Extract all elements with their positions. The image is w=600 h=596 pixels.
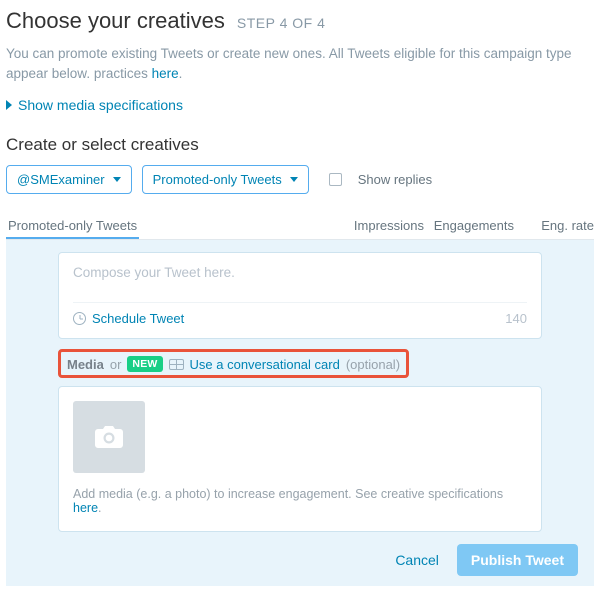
page-title: Choose your creatives [6, 8, 225, 34]
tweet-type-dropdown[interactable]: Promoted-only Tweets [142, 165, 309, 194]
chevron-down-icon [113, 177, 121, 182]
chevron-right-icon [6, 100, 12, 110]
media-helper-before: Add media (e.g. a photo) to increase eng… [73, 487, 503, 501]
tab-promoted-only[interactable]: Promoted-only Tweets [6, 218, 139, 239]
column-impressions: Impressions [334, 218, 424, 233]
media-upload-area: Add media (e.g. a photo) to increase eng… [58, 386, 542, 532]
publish-tweet-button[interactable]: Publish Tweet [457, 544, 578, 576]
practices-link[interactable]: here [152, 66, 179, 81]
table-header: Promoted-only Tweets Impressions Engagem… [6, 204, 594, 240]
intro-text: You can promote existing Tweets or creat… [6, 44, 594, 83]
chevron-down-icon [290, 177, 298, 182]
tweet-composer[interactable]: Compose your Tweet here. Schedule Tweet … [58, 252, 542, 339]
media-specifications-label: Show media specifications [18, 97, 183, 113]
media-specifications-toggle[interactable]: Show media specifications [6, 97, 594, 113]
cancel-button[interactable]: Cancel [395, 552, 439, 568]
show-replies-checkbox[interactable] [329, 173, 342, 186]
column-eng-rate: Eng. rate [514, 218, 594, 233]
intro-text-before: You can promote existing Tweets or creat… [6, 46, 572, 81]
media-options-highlight: Media or NEW Use a conversational card (… [58, 349, 409, 378]
composer-placeholder: Compose your Tweet here. [73, 265, 527, 280]
conversational-card-link[interactable]: Use a conversational card [190, 357, 340, 372]
schedule-tweet-button[interactable]: Schedule Tweet [73, 311, 184, 326]
step-indicator: STEP 4 OF 4 [237, 15, 326, 31]
media-helper-text: Add media (e.g. a photo) to increase eng… [73, 487, 527, 515]
media-helper-after: . [98, 501, 101, 515]
conversational-card-icon [169, 359, 184, 370]
or-text: or [110, 357, 122, 372]
tweet-type-dropdown-label: Promoted-only Tweets [153, 172, 282, 187]
account-dropdown-label: @SMExaminer [17, 172, 105, 187]
section-heading: Create or select creatives [6, 135, 594, 155]
creative-specs-link[interactable]: here [73, 501, 98, 515]
camera-icon [95, 426, 123, 448]
intro-text-after: . [179, 66, 183, 81]
character-count: 140 [505, 311, 527, 326]
optional-text: (optional) [346, 357, 400, 372]
clock-icon [73, 312, 86, 325]
account-dropdown[interactable]: @SMExaminer [6, 165, 132, 194]
show-replies-label: Show replies [358, 172, 432, 187]
new-badge: NEW [127, 356, 162, 372]
schedule-tweet-label: Schedule Tweet [92, 311, 184, 326]
media-tab[interactable]: Media [67, 357, 104, 372]
column-engagements: Engagements [424, 218, 514, 233]
add-media-button[interactable] [73, 401, 145, 473]
